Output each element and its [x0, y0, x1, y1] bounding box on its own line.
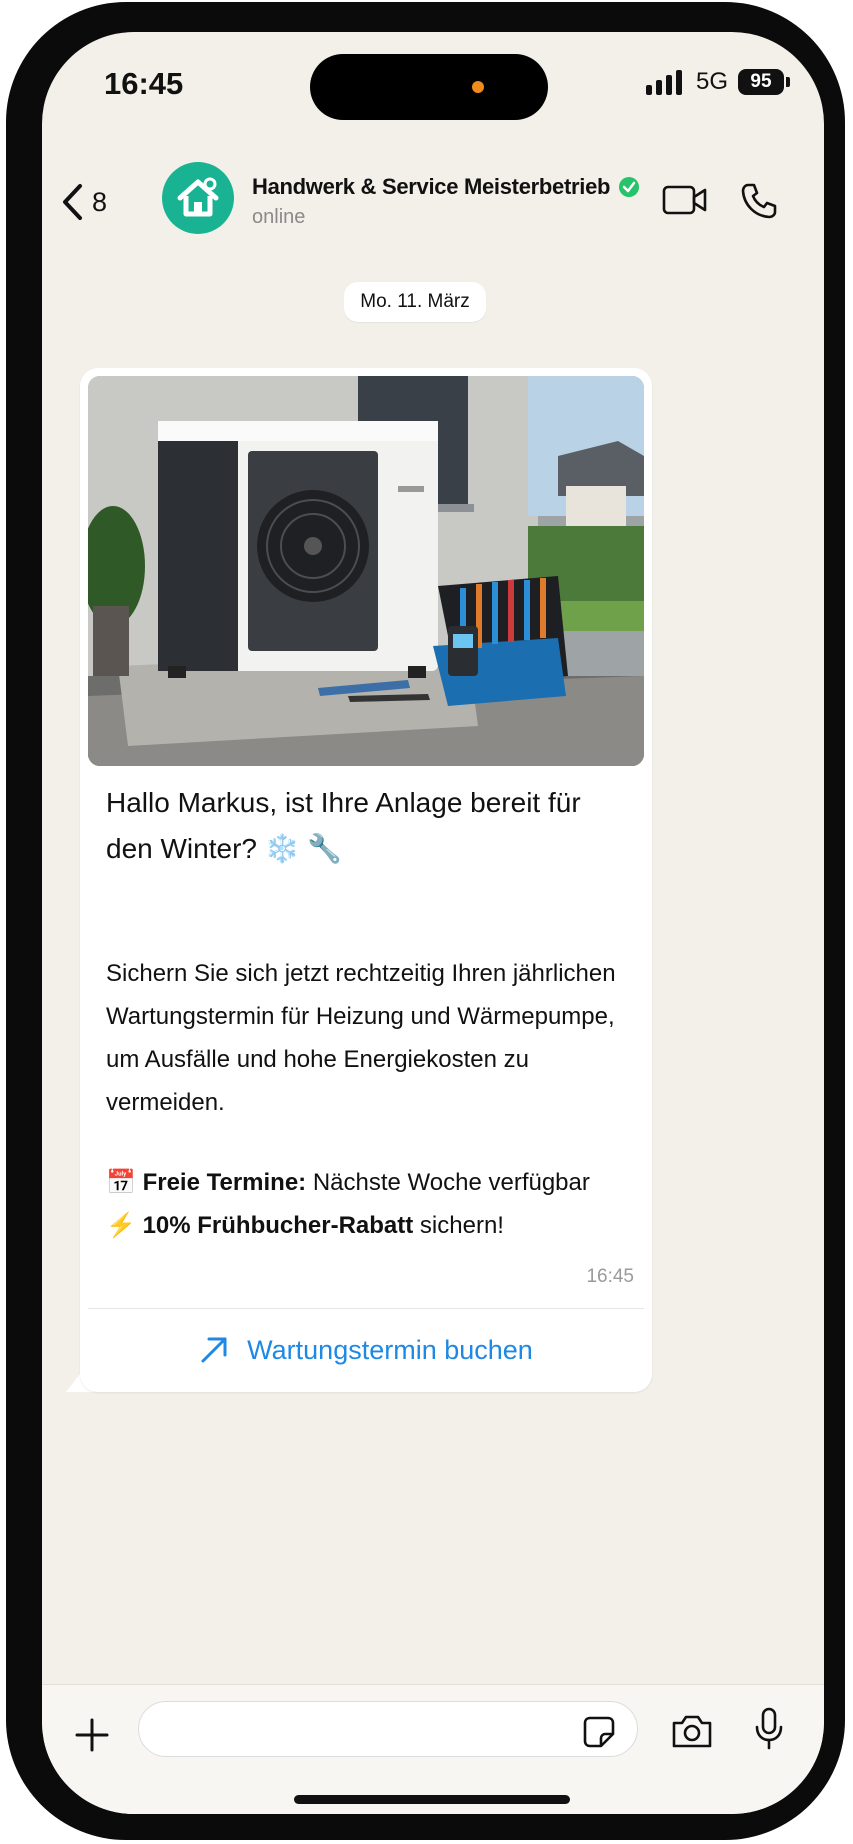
message-image[interactable]: [88, 376, 644, 766]
dynamic-island: [310, 54, 548, 120]
free-slots-label: Freie Termine:: [142, 1169, 307, 1196]
back-button[interactable]: 8: [60, 182, 107, 222]
signal-icon: [645, 69, 682, 95]
back-chevron-icon: [63, 184, 82, 220]
message-timestamp: 16:45: [586, 1266, 634, 1287]
unread-count: 8: [92, 186, 108, 217]
message-bubble: Hallo Markus, ist Ihre Anlage bereit für…: [80, 368, 652, 1392]
video-call-icon[interactable]: [662, 184, 708, 216]
camera-indicator-dot: [472, 81, 484, 93]
cta-divider: [88, 1308, 644, 1309]
free-slots-text: Nächste Woche verfügbar: [306, 1169, 590, 1196]
message-input-wrapper: [138, 1701, 638, 1757]
discount-text: sichern!: [413, 1212, 504, 1239]
contact-name: Handwerk & Service Meisterbetrieb: [252, 174, 611, 199]
microphone-icon[interactable]: [754, 1707, 784, 1751]
contact-info[interactable]: Handwerk & Service Meisterbetrieb online: [252, 174, 640, 229]
discount-label: 10% Frühbucher-Rabatt: [142, 1212, 414, 1239]
contact-name-row: Handwerk & Service Meisterbetrieb: [252, 174, 640, 200]
heat-pump-photo: [88, 376, 644, 766]
book-appointment-button[interactable]: Wartungstermin buchen: [80, 1310, 652, 1390]
phone-frame: 16:45 5G 95 8 Handwerk & Service Meister…: [6, 2, 845, 1840]
phone-call-icon[interactable]: [740, 182, 778, 220]
message-title: Hallo Markus, ist Ihre Anlage bereit für…: [106, 787, 581, 864]
camera-icon[interactable]: [670, 1713, 714, 1749]
book-appointment-label: Wartungstermin buchen: [247, 1334, 533, 1365]
message-body: Sichern Sie sich jetzt rechtzeitig Ihren…: [106, 960, 616, 1116]
plus-icon[interactable]: [74, 1717, 110, 1753]
lightning-emoji: ⚡: [106, 1212, 136, 1239]
verified-badge-icon: [619, 177, 640, 197]
battery-icon: 95: [738, 69, 790, 95]
network-label: 5G: [695, 68, 728, 95]
home-indicator: [294, 1795, 570, 1804]
home-wrench-icon: [177, 177, 219, 217]
sticker-icon[interactable]: [582, 1715, 616, 1749]
screen: 16:45 5G 95 8 Handwerk & Service Meister…: [42, 32, 824, 1814]
arrow-up-right-icon: [201, 1337, 227, 1363]
status-icons: 5G 95: [645, 68, 790, 96]
avatar[interactable]: [162, 162, 234, 234]
composer-bar: [42, 1684, 824, 1814]
chat-header: 8 Handwerk & Service Meisterbetrieb onli…: [42, 132, 824, 242]
status-time: 16:45: [104, 66, 184, 101]
free-slots-line: 📅 Freie Termine: Nächste Woche verfügbar: [106, 1168, 590, 1197]
date-chip: Mo. 11. März: [344, 282, 486, 322]
contact-status: online: [252, 206, 306, 228]
discount-line: ⚡ 10% Frühbucher-Rabatt sichern!: [106, 1211, 504, 1240]
message-input[interactable]: [159, 1702, 583, 1754]
calendar-emoji: 📅: [106, 1169, 136, 1196]
